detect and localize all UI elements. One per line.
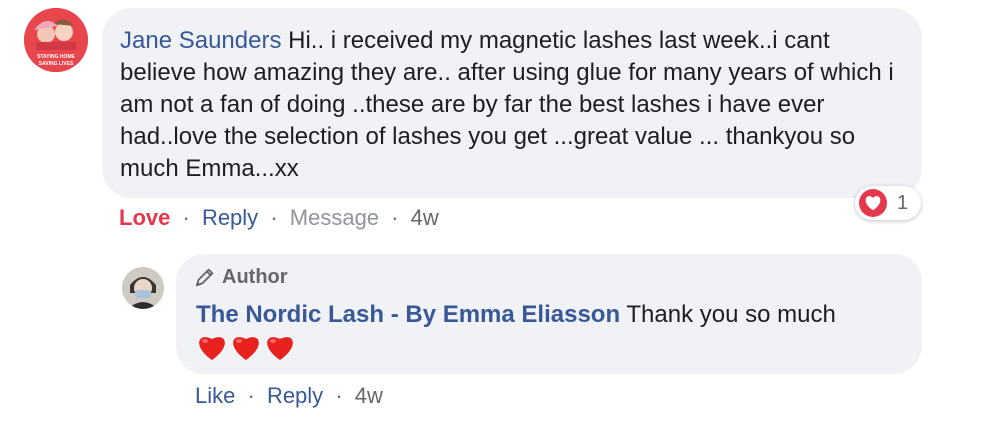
reply-body: The Nordic Lash - By Emma Eliasson Thank… (196, 300, 916, 330)
heart-emoji-icon (267, 337, 293, 360)
reply-author-avatar[interactable] (122, 267, 164, 309)
svg-text:STAYING HOME: STAYING HOME (37, 54, 75, 60)
reply-button[interactable]: Reply (267, 383, 323, 408)
message-button[interactable]: Message (290, 205, 379, 230)
separator-dot: · (270, 205, 278, 230)
reply-button[interactable]: Reply (202, 205, 258, 230)
love-reaction-button[interactable]: Love (119, 205, 170, 230)
reaction-summary[interactable]: 1 (855, 186, 921, 220)
reply-author-link[interactable]: The Nordic Lash - By Emma Eliasson (196, 301, 620, 328)
comment-actions: Love · Reply · Message · 4w (119, 204, 439, 232)
heart-icon (859, 189, 887, 217)
pen-icon (195, 268, 214, 287)
avatar-image (122, 267, 164, 309)
reply-actions: Like · Reply · 4w (195, 382, 383, 410)
author-badge-label: Author (222, 266, 288, 288)
svg-text:SAVING LIVES: SAVING LIVES (39, 61, 74, 67)
separator-dot: · (247, 383, 255, 408)
author-badge: Author (194, 264, 288, 290)
separator-dot: · (335, 383, 343, 408)
comment-body: Jane Saunders Hi.. i received my magneti… (120, 25, 910, 185)
reply-timestamp[interactable]: 4w (355, 383, 383, 408)
separator-dot: · (182, 205, 190, 230)
heart-emoji-icon (233, 337, 259, 360)
heart-emoji-icon (199, 337, 225, 360)
like-button[interactable]: Like (195, 383, 235, 408)
reply-emojis (196, 332, 296, 362)
commenter-avatar[interactable]: STAYING HOME SAVING LIVES (24, 8, 88, 72)
reaction-count: 1 (897, 191, 909, 214)
comment-author-link[interactable]: Jane Saunders (120, 27, 281, 54)
reply-text: Thank you so much (620, 301, 836, 328)
comment-timestamp[interactable]: 4w (411, 205, 439, 230)
separator-dot: · (391, 205, 399, 230)
avatar-image: STAYING HOME SAVING LIVES (24, 8, 88, 72)
